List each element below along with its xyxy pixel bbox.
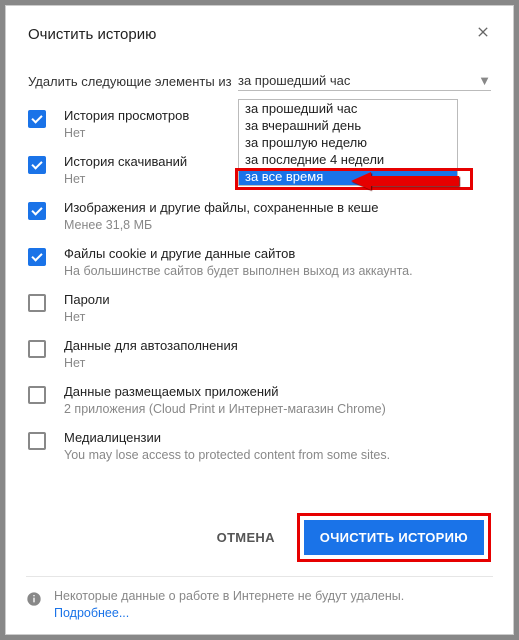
data-type-texts: Данные для автозаполнения Нет (64, 338, 491, 370)
data-type-row: Файлы cookie и другие данные сайтов На бо… (28, 239, 491, 285)
time-range-label: Удалить следующие элементы из (28, 74, 238, 89)
data-type-subtitle: You may lose access to protected content… (64, 448, 491, 462)
data-type-row: Данные размещаемых приложений 2 приложени… (28, 377, 491, 423)
time-range-option[interactable]: за все время (239, 168, 457, 185)
data-type-title: Данные размещаемых приложений (64, 384, 491, 399)
data-type-texts: Пароли Нет (64, 292, 491, 324)
data-type-title: Пароли (64, 292, 491, 307)
checkbox[interactable] (28, 340, 46, 358)
time-range-option[interactable]: за последние 4 недели (239, 151, 457, 168)
learn-more-link[interactable]: Подробнее... (54, 606, 404, 620)
data-type-row: Изображения и другие файлы, сохраненные … (28, 193, 491, 239)
checkbox[interactable] (28, 202, 46, 220)
info-icon (26, 591, 42, 607)
data-type-texts: Файлы cookie и другие данные сайтов На бо… (64, 246, 491, 278)
dialog-buttons: ОТМЕНА ОЧИСТИТЬ ИСТОРИЮ (28, 513, 491, 562)
footer-note: Некоторые данные о работе в Интернете не… (26, 576, 493, 620)
data-type-subtitle: 2 приложения (Cloud Print и Интернет-маг… (64, 402, 491, 416)
checkbox[interactable] (28, 110, 46, 128)
data-type-title: Медиалицензии (64, 430, 491, 445)
close-button[interactable] (475, 24, 491, 45)
data-type-title: Данные для автозаполнения (64, 338, 491, 353)
checkbox[interactable] (28, 156, 46, 174)
checkbox[interactable] (28, 294, 46, 312)
dialog-header: Очистить историю (28, 24, 491, 45)
clear-data-button[interactable]: ОЧИСТИТЬ ИСТОРИЮ (304, 520, 484, 555)
checkbox[interactable] (28, 248, 46, 266)
clear-browsing-data-dialog: Очистить историю Удалить следующие элеме… (5, 5, 514, 635)
checkbox[interactable] (28, 386, 46, 404)
time-range-row: Удалить следующие элементы из за прошедш… (28, 71, 491, 91)
checkbox[interactable] (28, 432, 46, 450)
data-type-texts: Данные размещаемых приложений 2 приложени… (64, 384, 491, 416)
time-range-dropdown[interactable]: за прошедший часза вчерашний деньза прош… (238, 99, 458, 186)
cancel-button[interactable]: ОТМЕНА (209, 520, 283, 555)
time-range-option[interactable]: за прошедший час (239, 100, 457, 117)
data-type-subtitle: Нет (64, 310, 491, 324)
data-type-title: Изображения и другие файлы, сохраненные … (64, 200, 491, 215)
time-range-option[interactable]: за вчерашний день (239, 117, 457, 134)
chevron-down-icon: ▼ (478, 73, 491, 88)
dialog-title: Очистить историю (28, 26, 156, 43)
data-type-texts: Медиалицензии You may lose access to prot… (64, 430, 491, 462)
time-range-value: за прошедший час (238, 73, 350, 88)
footer-text: Некоторые данные о работе в Интернете не… (54, 589, 404, 603)
data-type-subtitle: Нет (64, 356, 491, 370)
data-type-row: Данные для автозаполнения Нет (28, 331, 491, 377)
annotation-highlight-box: ОЧИСТИТЬ ИСТОРИЮ (297, 513, 491, 562)
close-icon (475, 24, 491, 40)
data-type-row: Медиалицензии You may lose access to prot… (28, 423, 491, 469)
time-range-select[interactable]: за прошедший час ▼ (238, 71, 491, 91)
data-type-subtitle: Менее 31,8 МБ (64, 218, 491, 232)
footer-text-block: Некоторые данные о работе в Интернете не… (54, 589, 404, 620)
time-range-option[interactable]: за прошлую неделю (239, 134, 457, 151)
data-type-texts: Изображения и другие файлы, сохраненные … (64, 200, 491, 232)
data-type-row: Пароли Нет (28, 285, 491, 331)
data-type-subtitle: На большинстве сайтов будет выполнен вых… (64, 264, 491, 278)
data-type-title: Файлы cookie и другие данные сайтов (64, 246, 491, 261)
